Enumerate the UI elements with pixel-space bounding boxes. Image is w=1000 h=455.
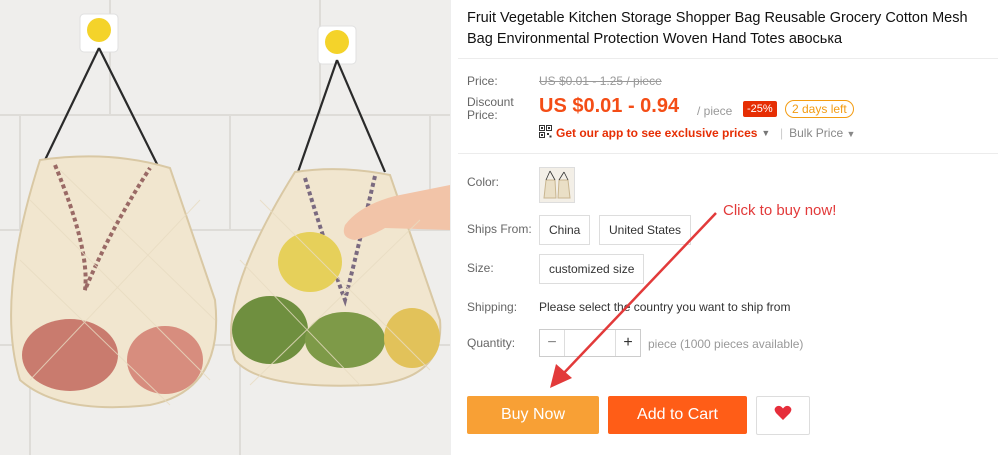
discount-badge: -25% [743,101,777,117]
size-option[interactable]: customized size [539,254,645,284]
add-to-cart-button[interactable]: Add to Cart [608,396,747,434]
callout-text: Click to buy now! [723,202,837,219]
color-label: Color: [467,175,500,189]
discount-label-line2: Price: [467,108,498,122]
ships-from-label: Ships From: [467,222,532,236]
quantity-label: Quantity: [467,336,516,350]
original-price: US $0.01 - 1.25 / piece [539,74,662,88]
shipping-label: Shipping: [467,300,518,314]
discount-price: US $0.01 - 0.94 [539,95,680,117]
quantity-input[interactable] [564,330,616,356]
qr-code-icon [539,125,552,141]
product-image [0,0,450,455]
quantity-increase-button[interactable]: + [616,330,640,356]
time-left-badge: 2 days left [785,100,854,118]
product-title: Fruit Vegetable Kitchen Storage Shopper … [467,10,968,47]
heart-icon [774,405,792,426]
availability-text: piece (1000 pieces available) [648,337,804,351]
bulk-price-link[interactable]: | Bulk Price ▼ [780,126,855,140]
size-label: Size: [467,261,494,275]
wishlist-button[interactable] [756,396,810,435]
buy-now-button[interactable]: Buy Now [467,396,599,434]
ships-from-china[interactable]: China [539,215,591,245]
quantity-decrease-button[interactable]: − [540,330,564,356]
separator: | [780,126,784,140]
quantity-stepper: − + [539,329,641,357]
bulk-price-label: Bulk Price [789,126,844,140]
price-unit: / piece [697,104,733,118]
caret-down-icon: ▼ [761,128,771,138]
vertical-divider [450,0,451,455]
app-link-label: Get our app to see exclusive prices [556,126,758,140]
swatch-thumbnail [540,168,574,202]
shipping-text: Please select the country you want to sh… [539,300,791,314]
color-swatch[interactable] [539,167,575,203]
product-photo-illustration [0,0,450,455]
price-label: Price: [467,74,498,88]
discount-price-label: Discount Price: [467,96,514,122]
app-exclusive-link[interactable]: Get our app to see exclusive prices ▼ [539,125,770,141]
ships-from-united-states[interactable]: United States [599,215,692,245]
caret-down-icon: ▼ [846,129,856,139]
